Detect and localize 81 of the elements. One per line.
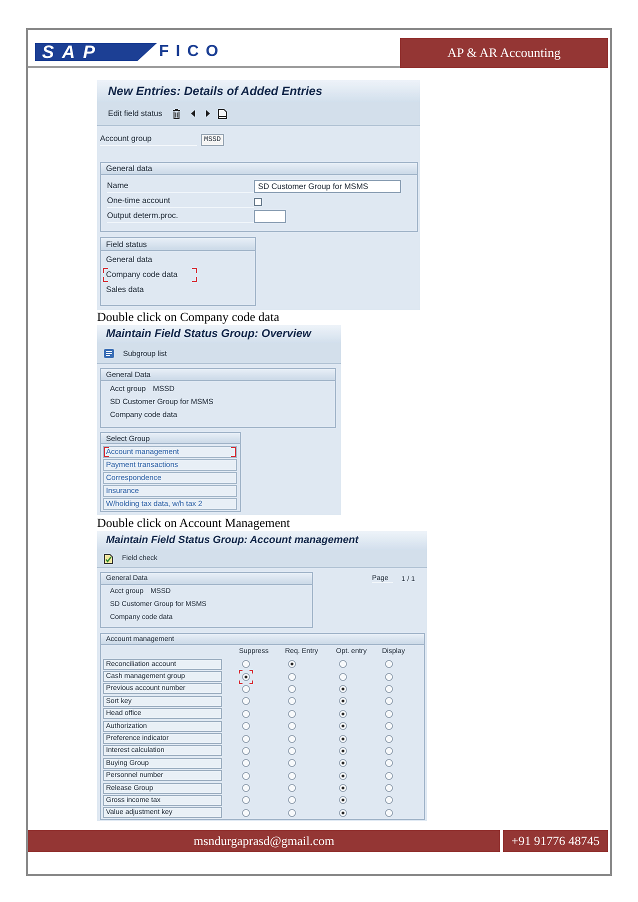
radio-button[interactable]	[242, 796, 250, 804]
panel-header: Field status	[101, 238, 255, 251]
radio-button[interactable]	[288, 759, 296, 768]
radio-button[interactable]	[339, 684, 347, 693]
radio-button[interactable]	[339, 808, 347, 817]
radio-button[interactable]	[385, 759, 393, 768]
radio-button[interactable]	[242, 660, 250, 668]
radio-button[interactable]	[242, 722, 250, 730]
radio-button[interactable]	[242, 772, 250, 780]
radio-button[interactable]	[385, 660, 393, 668]
field-label: Output determ.proc.	[107, 210, 254, 223]
radio-button[interactable]	[288, 796, 296, 804]
radio-button[interactable]	[339, 734, 347, 743]
edit-field-status-button[interactable]: Edit field status	[108, 109, 162, 118]
radio-button[interactable]	[288, 746, 296, 755]
radio-button[interactable]	[385, 697, 393, 706]
radio-button[interactable]	[385, 734, 393, 743]
radio-button[interactable]	[385, 808, 393, 817]
radio-button[interactable]	[339, 772, 347, 780]
caret-right-icon[interactable]	[206, 110, 210, 117]
logo-wordmark: FICO	[159, 43, 226, 61]
field-label: One-time account	[107, 195, 254, 208]
radio-button[interactable]	[385, 672, 393, 681]
title-bar: New Entries: Details of Added Entries	[97, 80, 420, 102]
document-check-icon	[104, 554, 113, 564]
list-item[interactable]: Sales data	[103, 283, 197, 297]
radio-button[interactable]	[288, 784, 296, 792]
radio-button[interactable]	[385, 746, 393, 755]
radio-button[interactable]	[288, 710, 296, 718]
radio-button[interactable]	[242, 746, 250, 755]
radio-button[interactable]	[242, 784, 250, 792]
radio-button[interactable]	[339, 672, 347, 681]
title-bar: Maintain Field Status Group: Overview	[97, 325, 341, 343]
radio-button[interactable]	[385, 772, 393, 780]
radio-button[interactable]	[242, 808, 250, 817]
radio-button[interactable]	[339, 660, 347, 668]
radio-button[interactable]	[242, 684, 250, 693]
field-label: Name	[107, 180, 254, 193]
radio-button[interactable]	[339, 784, 347, 792]
radio-button[interactable]	[339, 710, 347, 718]
title-bar: Maintain Field Status Group: Account management	[97, 531, 427, 550]
radio-button[interactable]	[385, 784, 393, 792]
logo: SAP	[35, 43, 157, 61]
radio-button[interactable]	[339, 759, 347, 768]
caret-left-icon[interactable]	[191, 110, 196, 117]
radio-button[interactable]	[385, 710, 393, 718]
radio-button[interactable]	[385, 722, 393, 730]
radio-button[interactable]	[385, 796, 393, 804]
input-field[interactable]	[254, 210, 286, 223]
radio-button[interactable]	[288, 672, 296, 681]
list-item[interactable]: Company code data	[103, 268, 197, 282]
footer-phone: +91 91776 48745	[503, 830, 608, 852]
panel-header: General data	[101, 163, 417, 175]
trash-icon[interactable]	[173, 108, 180, 118]
radio-button[interactable]	[288, 722, 296, 730]
radio-button[interactable]	[242, 710, 250, 718]
name-field[interactable]: SD Customer Group for MSMS	[254, 180, 401, 193]
field-label: Account group	[100, 133, 197, 146]
radio-button[interactable]	[242, 734, 250, 743]
radio-button[interactable]	[288, 697, 296, 706]
footer-email: msndurgaprasd@gmail.com	[28, 830, 500, 852]
radio-button[interactable]	[288, 772, 296, 780]
radio-button[interactable]	[339, 697, 347, 706]
radio-button[interactable]	[339, 746, 347, 755]
radio-button[interactable]	[239, 670, 253, 684]
radio-button[interactable]	[288, 808, 296, 817]
radio-button[interactable]	[242, 697, 250, 706]
radio-button[interactable]	[288, 684, 296, 693]
radio-button[interactable]	[385, 684, 393, 693]
radio-button[interactable]	[288, 734, 296, 743]
radio-button[interactable]	[288, 660, 296, 668]
list-item[interactable]: General data	[103, 253, 197, 267]
radio-button[interactable]	[339, 796, 347, 804]
caption-text: Double click on Company code data	[97, 310, 280, 325]
checkbox[interactable]	[254, 198, 262, 206]
list-icon	[104, 348, 114, 358]
document-icon[interactable]	[218, 108, 228, 118]
radio-button[interactable]	[339, 722, 347, 730]
header-banner: AP & AR Accounting	[400, 38, 608, 68]
radio-button[interactable]	[242, 759, 250, 768]
caption-text: Double click on Account Management	[97, 515, 291, 531]
